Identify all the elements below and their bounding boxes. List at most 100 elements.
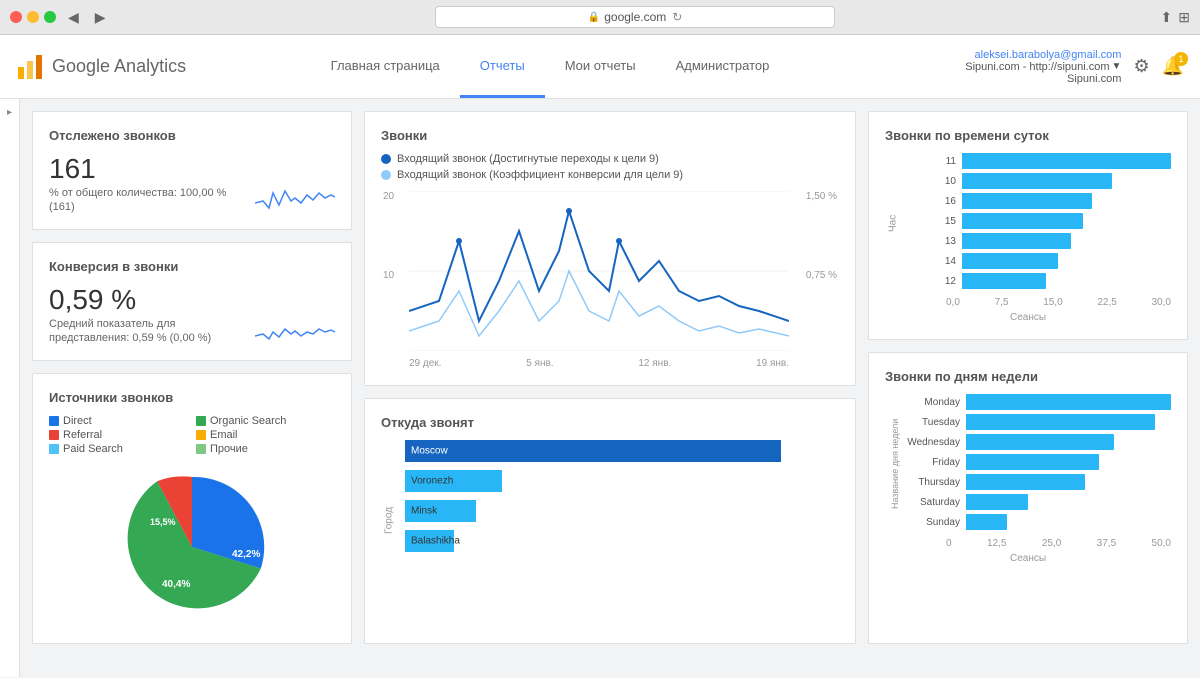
- legend-referral: Referral: [49, 429, 188, 441]
- settings-button[interactable]: ⚙: [1133, 56, 1149, 77]
- tab-my-reports[interactable]: Мои отчеты: [545, 35, 656, 98]
- chart-legend: Входящий звонок (Достигнутые переходы к …: [381, 153, 839, 181]
- time-bar-chart: 11 10 16 15: [901, 153, 1171, 293]
- city-bar-label-minsk: Minsk: [411, 506, 437, 517]
- sources-card: Источники звонков Direct Organic Search …: [32, 373, 352, 644]
- city-bar-label-balashikha: Balashikha: [411, 536, 460, 547]
- legend-referral-dot: [49, 430, 59, 440]
- header-right: aleksei.barabolya@gmail.com Sipuni.com -…: [884, 49, 1184, 85]
- pie-chart: 42,2% 40,4% 15,5%: [49, 467, 335, 627]
- time-x-axis-label: Сеансы: [885, 312, 1171, 323]
- weekday-x-axis-label: Сеансы: [885, 553, 1171, 564]
- calls-tracked-title: Отслежено звонков: [49, 128, 335, 143]
- bar-row-wednesday: Wednesday: [905, 434, 1171, 450]
- legend-other: Прочие: [196, 443, 335, 455]
- weekday-x-axis: 0 12,5 25,0 37,5 50,0: [885, 538, 1171, 549]
- svg-text:15,5%: 15,5%: [150, 517, 176, 527]
- bar-row-thursday: Thursday: [905, 474, 1171, 490]
- user-site: Sipuni.com - http://sipuni.com ▼: [965, 61, 1121, 73]
- sources-title: Источники звонков: [49, 390, 335, 405]
- calls-tracked-card: Отслежено звонков 161 % от общего количе…: [32, 111, 352, 230]
- svg-text:40,4%: 40,4%: [162, 579, 190, 590]
- x-axis-labels: 29 дек. 5 янв. 12 янв. 19 янв.: [409, 354, 789, 369]
- weekday-y-axis-label: Название дня недели: [885, 394, 905, 534]
- time-y-axis-label: Час: [885, 153, 901, 293]
- notifications-button[interactable]: 🔔 1: [1162, 56, 1184, 77]
- legend-paid-dot: [49, 444, 59, 454]
- conversion-card: Конверсия в звонки 0,59 % Средний показа…: [32, 242, 352, 361]
- calls-tracked-value: 161: [49, 153, 226, 185]
- y-axis-left: 20 10: [383, 191, 394, 349]
- svg-text:42,2%: 42,2%: [232, 549, 260, 560]
- sidebar-toggle[interactable]: ▸: [0, 99, 20, 677]
- legend-label-1: Входящий звонок (Достигнутые переходы к …: [397, 153, 659, 165]
- minimize-button[interactable]: [27, 11, 39, 23]
- legend-paid: Paid Search: [49, 443, 188, 455]
- logo-text: Google Analytics: [52, 56, 186, 77]
- traffic-lights: [10, 11, 56, 23]
- bar-row-11: 11: [901, 153, 1171, 169]
- share-button[interactable]: ⬆: [1161, 9, 1173, 26]
- city-y-axis-label: Город: [381, 440, 397, 600]
- close-button[interactable]: [10, 11, 22, 23]
- calls-by-weekday-title: Звонки по дням недели: [885, 369, 1171, 384]
- forward-button[interactable]: ▶: [91, 7, 110, 28]
- app-header: Google Analytics Главная страница Отчеты…: [0, 35, 1200, 99]
- tab-home[interactable]: Главная страница: [311, 35, 460, 98]
- legend-email: Email: [196, 429, 335, 441]
- tab-admin[interactable]: Администратор: [656, 35, 790, 98]
- calls-tracked-sub1: % от общего количества: 100,00 %: [49, 187, 226, 199]
- user-email[interactable]: aleksei.barabolya@gmail.com: [965, 49, 1121, 61]
- weekday-bar-chart: Monday Tuesday Wednesday Friday: [905, 394, 1171, 534]
- calls-chart-title: Звонки: [381, 128, 839, 143]
- city-bar-label-voronezh: Voronezh: [411, 476, 453, 487]
- bar-row-16: 16: [901, 193, 1171, 209]
- lock-icon: 🔒: [588, 12, 600, 23]
- calls-by-time-card: Звонки по времени суток Час 11 10: [868, 111, 1188, 340]
- url-text: google.com: [604, 10, 666, 24]
- legend-row-1: Входящий звонок (Достигнутые переходы к …: [381, 153, 839, 165]
- new-tab-button[interactable]: ⊞: [1178, 9, 1190, 26]
- bar-row-13: 13: [901, 233, 1171, 249]
- calls-sparkline: [255, 173, 335, 213]
- y-axis-right: 1,50 % 0,75 %: [806, 191, 837, 349]
- legend-direct: Direct: [49, 415, 188, 427]
- back-button[interactable]: ◀: [64, 7, 83, 28]
- user-info: aleksei.barabolya@gmail.com Sipuni.com -…: [965, 49, 1121, 85]
- calls-by-weekday-card: Звонки по дням недели Название дня недел…: [868, 352, 1188, 644]
- dropdown-icon[interactable]: ▼: [1112, 61, 1122, 72]
- refresh-icon[interactable]: ↻: [672, 10, 682, 24]
- legend-circle-2: [381, 170, 391, 180]
- bar-row-10: 10: [901, 173, 1171, 189]
- city-row-moscow: Moscow: [397, 440, 839, 462]
- calls-source-title: Откуда звонят: [381, 415, 839, 430]
- bar-row-friday: Friday: [905, 454, 1171, 470]
- conversion-sub2: представления: 0,59 % (0,00 %): [49, 332, 211, 344]
- notification-badge: 1: [1174, 52, 1188, 66]
- time-x-axis: 0,0 7,5 15,0 22,5 30,0: [885, 297, 1171, 308]
- browser-chrome: ◀ ▶ 🔒 google.com ↻ ⬆ ⊞: [0, 0, 1200, 35]
- conversion-value: 0,59 %: [49, 284, 211, 316]
- legend-circle-1: [381, 154, 391, 164]
- bar-row-saturday: Saturday: [905, 494, 1171, 510]
- analytics-logo-icon: [16, 53, 44, 81]
- bar-row-15: 15: [901, 213, 1171, 229]
- main-wrapper: ▸ Отслежено звонков 161 % от общего коли…: [0, 99, 1200, 677]
- tab-reports[interactable]: Отчеты: [460, 35, 545, 98]
- city-chart: Moscow Voronezh: [397, 440, 839, 600]
- bar-row-14: 14: [901, 253, 1171, 269]
- main-nav: Главная страница Отчеты Мои отчеты Админ…: [216, 35, 884, 98]
- calls-tracked-sub2: (161): [49, 201, 226, 213]
- calls-chart-card: Звонки Входящий звонок (Достигнутые пере…: [364, 111, 856, 386]
- maximize-button[interactable]: [44, 11, 56, 23]
- city-bar-label-moscow: Moscow: [411, 446, 448, 457]
- logo-area: Google Analytics: [16, 53, 216, 81]
- legend-row-2: Входящий звонок (Коэффициент конверсии д…: [381, 169, 839, 181]
- right-column: Звонки по времени суток Час 11 10: [868, 111, 1188, 644]
- legend-organic: Organic Search: [196, 415, 335, 427]
- address-bar[interactable]: 🔒 google.com ↻: [435, 6, 835, 28]
- legend-other-dot: [196, 444, 206, 454]
- user-site-name: Sipuni.com: [965, 73, 1121, 85]
- conversion-title: Конверсия в звонки: [49, 259, 335, 274]
- city-row-voronezh: Voronezh: [397, 470, 839, 492]
